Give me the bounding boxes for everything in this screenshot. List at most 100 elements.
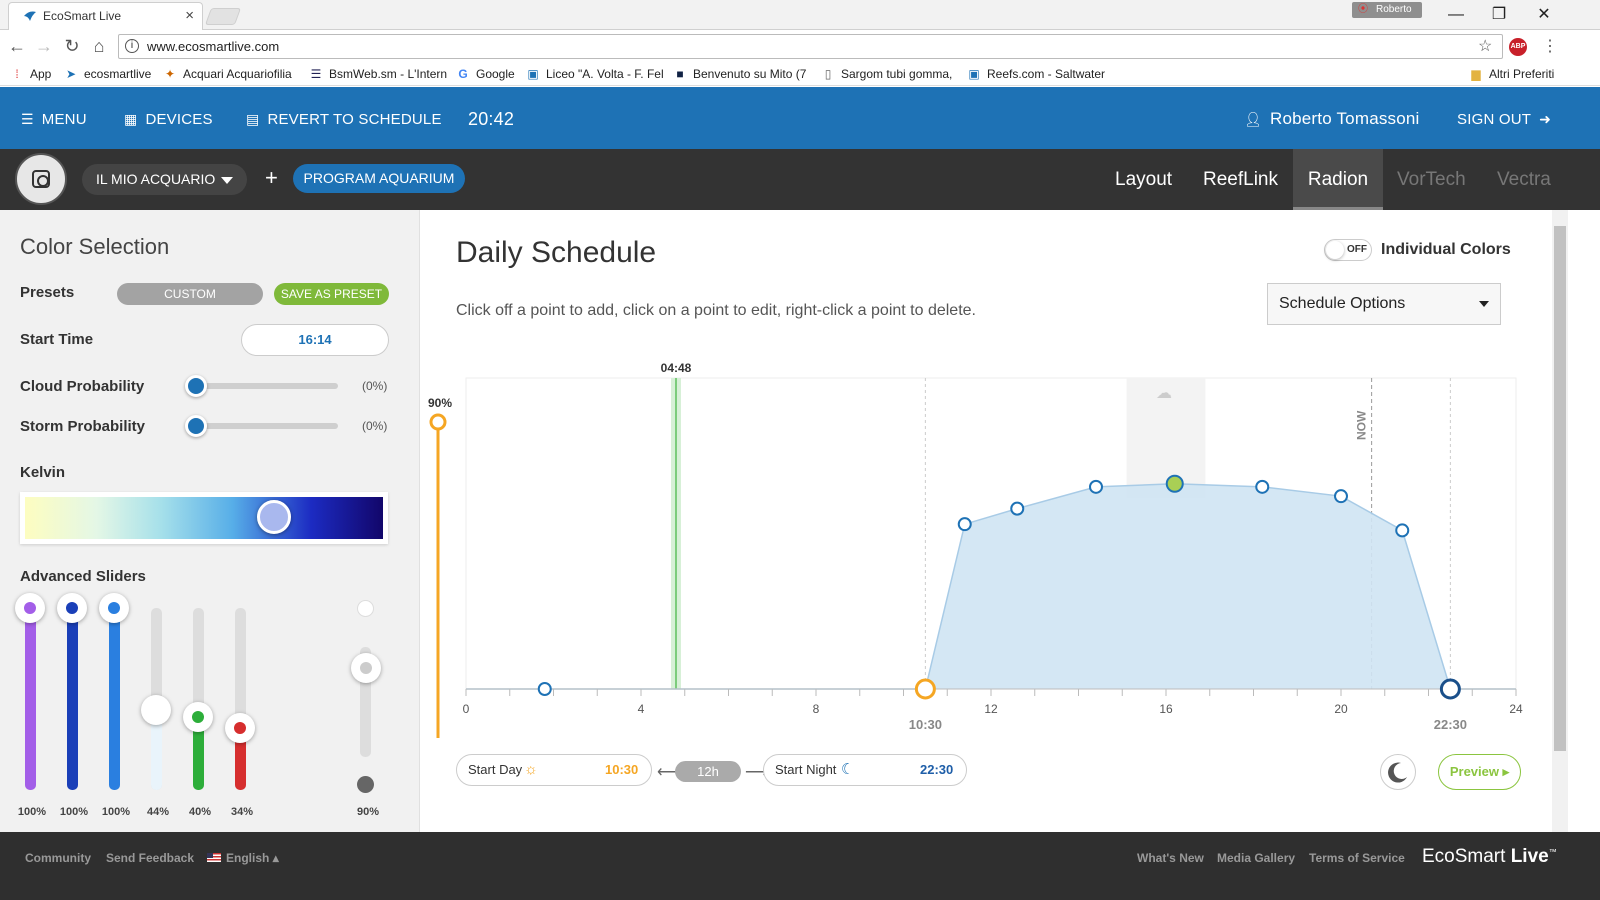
storm-slider-knob[interactable] — [185, 415, 207, 437]
advanced-slider-value: 40% — [188, 806, 212, 818]
schedule-point[interactable] — [1089, 479, 1103, 494]
preview-button[interactable]: Preview ▸ — [1438, 754, 1521, 790]
sunset-point[interactable] — [1439, 678, 1461, 700]
tab-radion[interactable]: Radion — [1293, 149, 1383, 210]
close-tab-icon[interactable]: × — [185, 3, 194, 29]
user-name[interactable]: 👤︎ Roberto Tomassoni — [1244, 87, 1420, 149]
back-icon[interactable]: ← — [6, 35, 28, 57]
browser-tab[interactable]: EcoSmart Live × — [8, 2, 203, 30]
advanced-slider-knob[interactable] — [99, 593, 129, 623]
revert-schedule-button[interactable]: ▤ REVERT TO SCHEDULE — [246, 87, 442, 149]
schedule-point[interactable] — [957, 517, 972, 532]
tab-layout[interactable]: Layout — [1101, 149, 1186, 210]
advanced-slider-knob[interactable] — [141, 694, 171, 725]
scrollbar[interactable] — [1552, 210, 1568, 832]
start-time-input[interactable]: 16:14 — [241, 324, 389, 356]
aquarium-select[interactable]: IL MIO ACQUARIO — [82, 164, 247, 195]
cloud-slider-knob[interactable] — [185, 375, 207, 397]
advanced-slider-track[interactable] — [25, 608, 36, 790]
intensity-handle[interactable] — [429, 413, 447, 431]
advanced-slider-fill — [67, 608, 78, 790]
advanced-slider-knob[interactable] — [183, 702, 213, 733]
schedule-point[interactable] — [1010, 501, 1025, 516]
restore-icon[interactable]: ❐ — [1485, 4, 1513, 26]
community-link[interactable]: Community — [25, 851, 91, 865]
devices-button[interactable]: ▦ DEVICES — [124, 87, 213, 149]
browser-tab-bar: EcoSmart Live × ⦿ Roberto — ❐ ✕ — [0, 0, 1600, 30]
bookmarks-bar: ⁞ App ➤ ecosmartlive ✦ Acquari Acquariofili… — [0, 62, 1600, 86]
selected-point[interactable] — [1165, 474, 1184, 493]
night-mode-button[interactable] — [1380, 754, 1416, 790]
language-select[interactable]: English ▴ — [207, 851, 279, 865]
close-window-icon[interactable]: ✕ — [1530, 4, 1558, 26]
instructions: Click off a point to add, click on a poi… — [456, 302, 976, 319]
bookmark-item[interactable]: ✦ Acquari Acquariofilia — [163, 66, 292, 82]
bookmark-item[interactable]: ☰ BsmWeb.sm - L'Intern — [309, 66, 448, 82]
color-selection-panel: Color Selection Presets CUSTOM SAVE AS P… — [0, 210, 420, 832]
schedule-point[interactable] — [1334, 489, 1348, 504]
menu-button[interactable]: ☰ MENU — [21, 87, 87, 149]
preset-select[interactable]: CUSTOM — [117, 283, 263, 305]
whats-new-link[interactable]: What's New — [1137, 851, 1204, 865]
url-input[interactable]: i www.ecosmartlive.com — [118, 34, 1503, 59]
kelvin-slider[interactable] — [20, 492, 388, 544]
start-night-field[interactable]: Start Night ☾ 22:30 — [763, 754, 967, 786]
individual-colors-toggle[interactable]: OFF — [1324, 239, 1372, 261]
advanced-slider-track[interactable] — [193, 608, 204, 790]
storm-slider-track[interactable] — [190, 423, 338, 429]
bookmark-item[interactable]: ▣ Reefs.com - Saltwater — [967, 66, 1105, 82]
advanced-slider-track[interactable] — [109, 608, 120, 790]
schedule-point[interactable] — [537, 682, 552, 696]
minimize-icon[interactable]: — — [1442, 4, 1470, 26]
tab-vortech[interactable]: VorTech — [1383, 149, 1480, 210]
bookmark-item[interactable]: ■ Benvenuto su Mito (7 — [673, 66, 806, 82]
advanced-slider-fill — [25, 608, 36, 790]
save-preset-button[interactable]: SAVE AS PRESET — [274, 283, 389, 305]
forward-icon[interactable]: → — [33, 35, 55, 57]
bookmark-item[interactable]: ▣ Liceo "A. Volta - F. Fel — [526, 66, 663, 82]
schedule-point[interactable] — [1255, 479, 1270, 494]
media-gallery-link[interactable]: Media Gallery — [1217, 851, 1295, 865]
bookmark-item[interactable]: ➤ ecosmartlive — [64, 66, 151, 82]
caret-down-icon — [1479, 301, 1489, 307]
advanced-slider-knob[interactable] — [57, 593, 87, 623]
bookmark-item[interactable]: ⁞ App — [10, 66, 51, 82]
schedule-point[interactable] — [1395, 523, 1410, 538]
profile-chip[interactable]: ⦿ Roberto — [1352, 2, 1422, 18]
advanced-slider-track[interactable] — [235, 608, 246, 790]
scrollbar-thumb[interactable] — [1554, 226, 1566, 751]
feedback-link[interactable]: Send Feedback — [106, 851, 194, 865]
duration-pill: 12h — [675, 761, 741, 782]
advanced-slider-track[interactable] — [67, 608, 78, 790]
program-aquarium-button[interactable]: PROGRAM AQUARIUM — [293, 164, 465, 193]
start-day-field[interactable]: Start Day ☼ 10:30 — [456, 754, 652, 786]
home-icon[interactable]: ⌂ — [88, 35, 110, 57]
sunrise-point[interactable] — [914, 678, 936, 700]
browser-menu-icon[interactable]: ⋮ — [1542, 36, 1558, 56]
bookmark-item[interactable]: ▯ Sargom tubi gomma, — [821, 66, 953, 82]
sign-out-button[interactable]: SIGN OUT ➜ — [1457, 87, 1551, 149]
terms-link[interactable]: Terms of Service — [1309, 851, 1405, 865]
daily-schedule-chart[interactable]: ☁ NOW 04:48 0 4 8 12 16 20 24 10:30 22:30 90% — [420, 340, 1545, 740]
bookmark-star-icon[interactable]: ☆ — [1478, 36, 1492, 56]
x-tick-label: 0 — [463, 702, 470, 716]
tab-reeflink[interactable]: ReefLink — [1189, 149, 1292, 210]
advanced-slider-knob[interactable] — [225, 713, 255, 744]
master-intensity-knob[interactable] — [351, 653, 381, 683]
info-icon[interactable]: i — [125, 39, 139, 53]
reload-icon[interactable]: ↻ — [61, 35, 83, 57]
kelvin-knob[interactable] — [257, 500, 291, 534]
aquarium-photo-icon[interactable] — [15, 153, 67, 205]
advanced-slider-knob[interactable] — [15, 593, 45, 623]
adblock-icon[interactable]: ABP — [1509, 38, 1527, 56]
bookmark-item[interactable]: G Google — [456, 66, 514, 82]
new-tab-button[interactable] — [204, 8, 242, 25]
start-day-value: 10:30 — [605, 762, 639, 777]
tab-vectra[interactable]: Vectra — [1483, 149, 1565, 210]
add-aquarium-button[interactable]: + — [265, 164, 278, 192]
page-icon: ▯ — [824, 67, 832, 81]
other-bookmarks[interactable]: ▆ Altri Preferiti — [1469, 66, 1554, 82]
cloud-slider-track[interactable] — [190, 383, 338, 389]
panel-title: Color Selection — [20, 234, 170, 259]
schedule-options-select[interactable]: Schedule Options — [1267, 283, 1501, 325]
